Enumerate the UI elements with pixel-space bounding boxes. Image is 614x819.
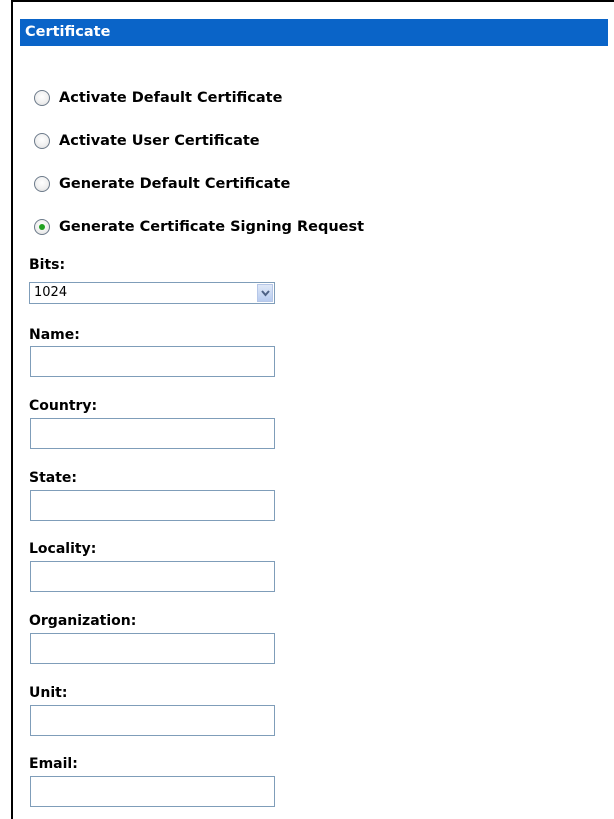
email-input[interactable] (30, 776, 275, 807)
state-label: State: (29, 470, 78, 486)
organization-input[interactable] (30, 633, 275, 664)
name-input[interactable] (30, 346, 275, 377)
email-label: Email: (29, 756, 78, 772)
radio-activate-default-certificate[interactable]: Activate Default Certificate (34, 87, 282, 109)
radio-generate-csr[interactable]: Generate Certificate Signing Request (34, 216, 364, 238)
organization-label: Organization: (29, 613, 137, 629)
locality-input[interactable] (30, 561, 275, 592)
radio-label: Generate Certificate Signing Request (59, 219, 365, 235)
name-label: Name: (29, 327, 80, 343)
country-label: Country: (29, 398, 98, 414)
radio-label: Activate User Certificate (59, 133, 260, 149)
radio-label: Activate Default Certificate (59, 90, 283, 106)
radio-label: Generate Default Certificate (59, 176, 291, 192)
radio-button-selected[interactable] (34, 219, 50, 235)
radio-generate-default-certificate[interactable]: Generate Default Certificate (34, 173, 290, 195)
unit-label: Unit: (29, 685, 68, 701)
radio-button[interactable] (34, 90, 50, 106)
bits-label: Bits: (29, 257, 66, 273)
radio-activate-user-certificate[interactable]: Activate User Certificate (34, 130, 260, 152)
radio-button[interactable] (34, 176, 50, 192)
country-input[interactable] (30, 418, 275, 449)
unit-input[interactable] (30, 705, 275, 736)
state-input[interactable] (30, 490, 275, 521)
certificate-panel (11, 0, 614, 819)
bits-selected-value: 1024 (34, 285, 68, 300)
chevron-down-icon[interactable] (257, 284, 273, 302)
locality-label: Locality: (29, 541, 97, 557)
bits-select[interactable]: 1024 (29, 282, 275, 304)
panel-header: Certificate (20, 19, 608, 46)
radio-button[interactable] (34, 133, 50, 149)
